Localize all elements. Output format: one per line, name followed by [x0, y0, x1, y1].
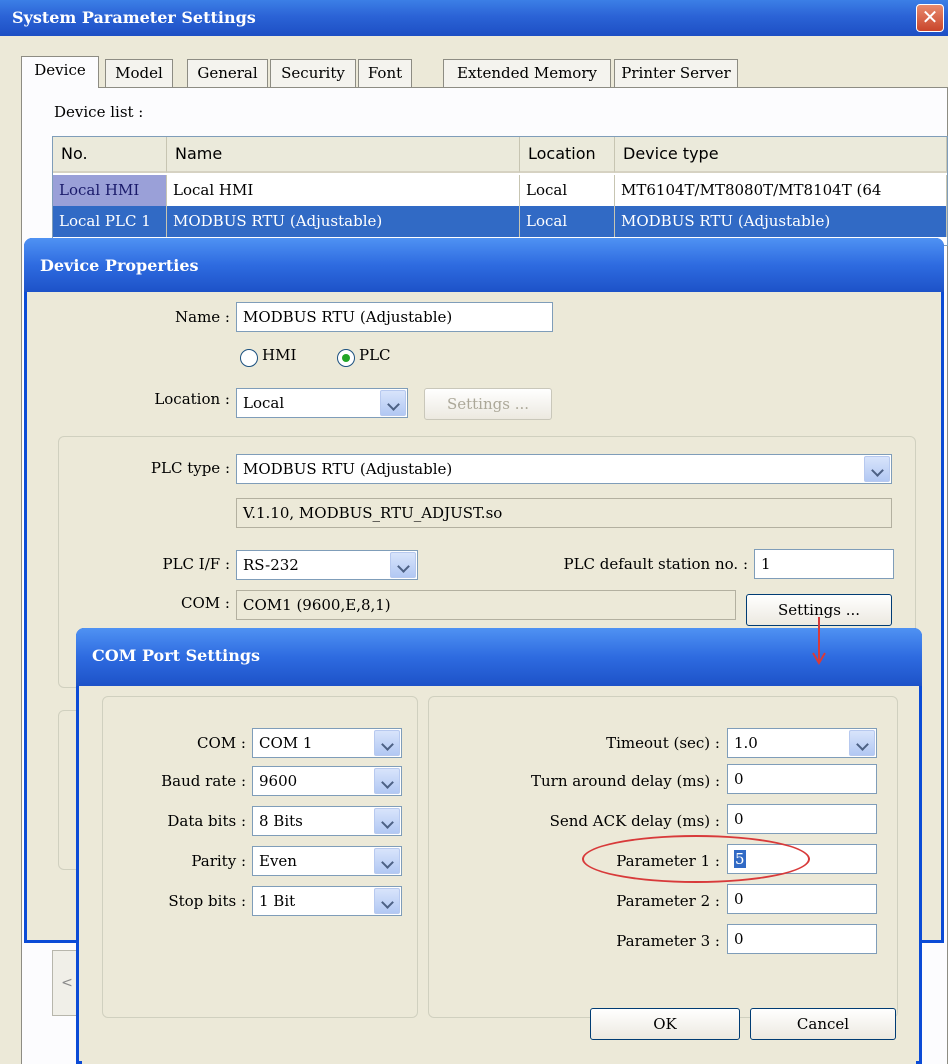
location-select[interactable]: Local — [236, 388, 408, 418]
tab-font[interactable]: Font — [358, 59, 412, 87]
chevron-down-icon[interactable] — [849, 730, 875, 756]
table-row-cell-no[interactable]: Local PLC 1 — [53, 206, 167, 237]
tab-printer-server[interactable]: Printer Server — [614, 59, 738, 87]
chevron-down-icon[interactable] — [374, 768, 400, 794]
plc-type-label: PLC type : — [150, 459, 230, 477]
chevron-down-icon[interactable] — [864, 456, 890, 482]
table-row-cell-no[interactable]: Local HMI — [53, 175, 167, 206]
column-header-no[interactable]: No. — [53, 137, 167, 173]
tab-device[interactable]: Device — [21, 56, 99, 88]
stop-bits-label: Stop bits : — [168, 892, 246, 910]
radio-plc[interactable] — [337, 349, 355, 367]
stop-bits-select-value: 1 Bit — [259, 892, 296, 910]
table-row-cell-name[interactable]: MODBUS RTU (Adjustable) — [167, 206, 520, 237]
chevron-down-icon[interactable] — [374, 848, 400, 874]
turn-around-delay-input[interactable]: 0 — [727, 764, 877, 794]
red-arrow-annotation — [812, 617, 826, 665]
location-label: Location : — [154, 390, 230, 408]
table-row-cell-device-type[interactable]: MODBUS RTU (Adjustable) — [615, 206, 947, 237]
location-settings-button[interactable]: Settings ... — [424, 388, 552, 420]
data-bits-select-value: 8 Bits — [259, 812, 303, 830]
parity-select[interactable]: Even — [252, 846, 402, 876]
chevron-down-icon[interactable] — [380, 390, 406, 416]
send-ack-delay-input[interactable]: 0 — [727, 804, 877, 834]
tab-extended-memory[interactable]: Extended Memory — [443, 59, 611, 87]
timeout-select-value: 1.0 — [734, 734, 758, 752]
com-port-select[interactable]: COM 1 — [252, 728, 402, 758]
chevron-down-icon[interactable] — [390, 552, 416, 578]
timeout-label: Timeout (sec) : — [606, 734, 720, 752]
timeout-select[interactable]: 1.0 — [727, 728, 877, 758]
window-title: System Parameter Settings — [12, 8, 256, 27]
window-close-button[interactable]: ✕ — [916, 4, 944, 32]
tab-security[interactable]: Security — [270, 59, 356, 87]
baud-rate-select[interactable]: 9600 — [252, 766, 402, 796]
device-properties-title: Device Properties — [40, 256, 199, 275]
column-header-name[interactable]: Name — [167, 137, 520, 173]
table-row-cell-device-type[interactable]: MT6104T/MT8080T/MT8104T (64 — [615, 175, 947, 206]
data-bits-select[interactable]: 8 Bits — [252, 806, 402, 836]
baud-rate-label: Baud rate : — [161, 772, 246, 790]
table-row-cell-location[interactable]: Local — [520, 206, 615, 237]
cancel-button[interactable]: Cancel — [750, 1008, 896, 1040]
parameter-2-label: Parameter 2 : — [616, 892, 720, 910]
red-ellipse-annotation — [582, 835, 810, 883]
com-summary-field: COM1 (9600,E,8,1) — [236, 590, 736, 620]
driver-info-field: V.1.10, MODBUS_RTU_ADJUST.so — [236, 498, 892, 528]
radio-hmi[interactable] — [240, 349, 258, 367]
parity-select-value: Even — [259, 852, 297, 870]
turn-around-delay-label: Turn around delay (ms) : — [530, 772, 720, 790]
station-input[interactable]: 1 — [754, 549, 894, 579]
com-port-select-value: COM 1 — [259, 734, 313, 752]
radio-hmi-label: HMI — [262, 346, 297, 364]
com-port-label: COM : — [197, 734, 246, 752]
send-ack-delay-label: Send ACK delay (ms) : — [549, 812, 720, 830]
plc-if-select-value: RS-232 — [243, 556, 299, 574]
parameter-3-input[interactable]: 0 — [727, 924, 877, 954]
table-row-cell-location[interactable]: Local — [520, 175, 615, 206]
data-bits-label: Data bits : — [167, 812, 246, 830]
location-select-value: Local — [243, 394, 285, 412]
parameter-3-label: Parameter 3 : — [616, 932, 720, 950]
tab-general[interactable]: General — [187, 59, 268, 87]
radio-plc-label: PLC — [359, 346, 391, 364]
parameter-2-input[interactable]: 0 — [727, 884, 877, 914]
parity-label: Parity : — [191, 852, 246, 870]
table-row-cell-name[interactable]: Local HMI — [167, 175, 520, 206]
baud-rate-select-value: 9600 — [259, 772, 298, 790]
chevron-down-icon[interactable] — [374, 888, 400, 914]
column-header-device-type[interactable]: Device type — [615, 137, 947, 173]
com-label: COM : — [181, 594, 230, 612]
ok-button[interactable]: OK — [590, 1008, 740, 1040]
column-header-location[interactable]: Location — [520, 137, 615, 173]
tab-model[interactable]: Model — [105, 59, 173, 87]
plc-if-label: PLC I/F : — [162, 555, 230, 573]
chevron-down-icon[interactable] — [374, 730, 400, 756]
plc-if-select[interactable]: RS-232 — [236, 550, 418, 580]
station-label: PLC default station no. : — [563, 555, 749, 573]
name-label: Name : — [175, 308, 230, 326]
com-port-settings-title: COM Port Settings — [92, 646, 261, 665]
plc-type-select[interactable]: MODBUS RTU (Adjustable) — [236, 454, 892, 484]
device-name-input[interactable]: MODBUS RTU (Adjustable) — [236, 302, 553, 332]
plc-type-select-value: MODBUS RTU (Adjustable) — [243, 460, 453, 478]
stop-bits-select[interactable]: 1 Bit — [252, 886, 402, 916]
chevron-down-icon[interactable] — [374, 808, 400, 834]
device-list-label: Device list : — [54, 103, 144, 121]
